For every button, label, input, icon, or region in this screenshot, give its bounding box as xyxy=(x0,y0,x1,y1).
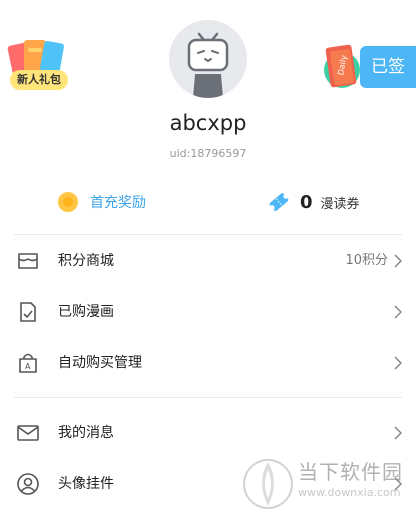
daily-sign-in-button[interactable]: Daily 已签 xyxy=(320,44,416,88)
menu-item-purchased-comics[interactable]: 已购漫画 xyxy=(0,287,416,337)
auto-buy-icon: A xyxy=(19,353,37,373)
first-recharge-label: 首充奖励 xyxy=(90,195,146,211)
gift-badge-label: 新人礼包 xyxy=(10,70,68,90)
store-icon xyxy=(18,253,38,269)
site-watermark: 当下软件园 www.downxia.com xyxy=(240,448,416,520)
chevron-right-icon xyxy=(394,254,402,268)
menu-label: 积分商城 xyxy=(58,253,114,269)
ticket-label: 漫读券 xyxy=(320,196,360,212)
avatar-frame-icon xyxy=(17,473,39,495)
menu-label: 已购漫画 xyxy=(58,304,114,320)
chevron-right-icon xyxy=(394,305,402,319)
menu-value-points: 10积分 xyxy=(345,253,388,268)
mail-icon xyxy=(17,425,39,441)
signed-label: 已签 xyxy=(360,46,416,88)
avatar[interactable] xyxy=(169,20,247,98)
user-uid: uid:18796597 xyxy=(169,147,247,160)
first-recharge-reward[interactable]: 首充奖励 xyxy=(58,190,146,214)
watermark-url: www.downxia.com xyxy=(298,486,401,499)
section-divider xyxy=(14,397,402,398)
menu-label: 自动购买管理 xyxy=(58,355,142,371)
menu-item-points-store[interactable]: 积分商城 10积分 xyxy=(0,236,416,286)
chevron-right-icon xyxy=(394,426,402,440)
purchased-icon xyxy=(20,302,36,322)
menu-label: 头像挂件 xyxy=(58,476,114,492)
reading-ticket-counter[interactable]: 0 漫读券 xyxy=(268,188,360,216)
new-user-gift-badge[interactable]: 新人礼包 xyxy=(6,36,68,94)
watermark-logo-icon xyxy=(243,459,293,509)
chevron-right-icon xyxy=(394,356,402,370)
svg-text:A: A xyxy=(25,362,31,371)
menu-label: 我的消息 xyxy=(58,425,114,441)
coin-icon xyxy=(58,192,78,212)
watermark-title: 当下软件园 xyxy=(298,460,403,484)
username: abcxpp xyxy=(169,111,247,135)
ticket-count: 0 xyxy=(300,191,313,213)
menu-item-auto-purchase[interactable]: A 自动购买管理 xyxy=(0,338,416,388)
section-divider xyxy=(14,234,402,235)
ticket-icon xyxy=(269,193,289,211)
default-avatar-icon xyxy=(169,20,247,98)
